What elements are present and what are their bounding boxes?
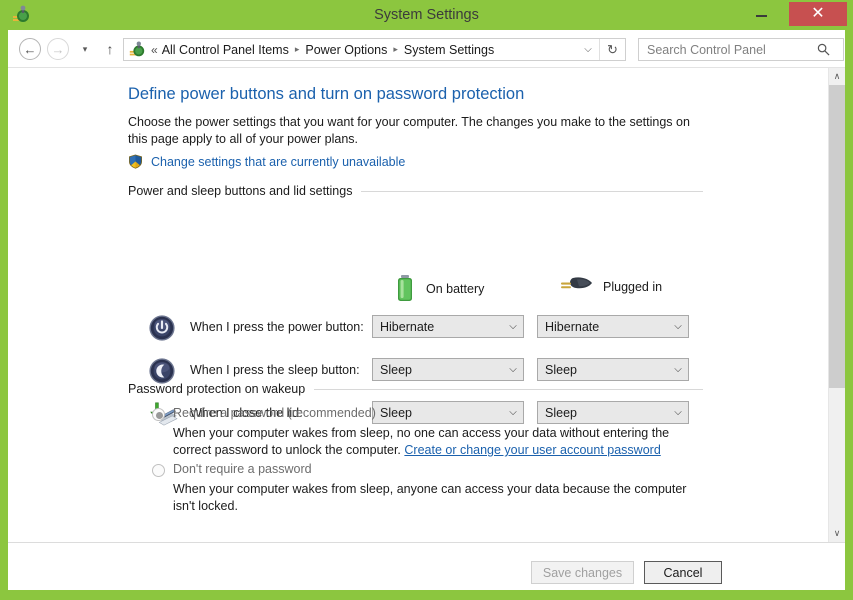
- back-button[interactable]: ←: [19, 38, 41, 60]
- title-bar: System Settings ✕: [0, 0, 853, 30]
- minimize-icon: [755, 15, 767, 17]
- vertical-scrollbar[interactable]: ∧ ∨: [828, 68, 845, 542]
- radio-button-dont-require-password[interactable]: [152, 464, 165, 477]
- dropdown-sleep-button-plugged-in[interactable]: Sleep ⌵: [537, 358, 689, 381]
- chevron-down-icon: ⌵: [509, 321, 517, 332]
- dialog-footer: Save changes Cancel: [8, 542, 845, 590]
- close-icon: ✕: [811, 5, 825, 22]
- close-button[interactable]: ✕: [789, 2, 847, 26]
- change-unavailable-settings-row[interactable]: Change settings that are currently unava…: [128, 154, 405, 169]
- column-header-on-battery: On battery: [394, 274, 484, 304]
- breadcrumb-chevron-icon[interactable]: ▸: [393, 44, 398, 55]
- power-settings-group-label: Power and sleep buttons and lid settings: [128, 184, 353, 198]
- radio-label-require-password: Require a password (recommended): [173, 406, 376, 420]
- search-input[interactable]: [645, 41, 813, 58]
- group-divider: [361, 190, 703, 192]
- chevron-down-icon: ⌵: [674, 407, 682, 418]
- chevron-down-icon: ⌵: [509, 364, 517, 375]
- setting-row-power-button: When I press the power button: Hibernate…: [8, 314, 828, 348]
- dropdown-power-button-on-battery[interactable]: Hibernate ⌵: [372, 315, 524, 338]
- column-label-on-battery: On battery: [426, 282, 485, 296]
- shield-icon: [128, 154, 143, 169]
- dropdown-value: Sleep: [545, 405, 577, 420]
- password-protection-group-header: Password protection on wakeup: [128, 382, 703, 396]
- search-icon[interactable]: [813, 43, 833, 56]
- chevron-down-icon: ⌵: [509, 407, 517, 418]
- address-power-options-icon: [128, 41, 146, 59]
- breadcrumb-all-control-panel-items[interactable]: All Control Panel Items: [162, 43, 289, 57]
- cancel-button[interactable]: Cancel: [644, 561, 722, 584]
- dropdown-value: Hibernate: [545, 319, 600, 334]
- window-title: System Settings: [374, 7, 479, 23]
- settings-form: Define power buttons and turn on passwor…: [8, 68, 828, 542]
- navigation-bar: ← → ▾ ↑ « All Control Panel Items ▸ Powe…: [8, 30, 845, 68]
- radio-label-dont-require-password: Don't require a password: [173, 462, 312, 476]
- up-one-level-button[interactable]: ↑: [100, 38, 120, 60]
- breadcrumb-system-settings[interactable]: System Settings: [404, 43, 494, 57]
- breadcrumb-chevron-icon[interactable]: ▸: [295, 44, 300, 55]
- power-plug-icon: [559, 274, 593, 300]
- dropdown-close-lid-on-battery[interactable]: Sleep ⌵: [372, 401, 524, 424]
- search-box[interactable]: [638, 38, 844, 61]
- password-protection-group-label: Password protection on wakeup: [128, 382, 306, 396]
- dropdown-value: Hibernate: [380, 319, 435, 334]
- power-settings-group-header: Power and sleep buttons and lid settings: [128, 184, 703, 198]
- page-title: Define power buttons and turn on passwor…: [128, 85, 525, 103]
- system-settings-window: System Settings ✕ ← → ▾ ↑ « All Control …: [0, 0, 853, 600]
- address-bar[interactable]: « All Control Panel Items ▸ Power Option…: [123, 38, 626, 61]
- scroll-up-icon[interactable]: ∧: [829, 68, 845, 85]
- breadcrumb-power-options[interactable]: Power Options: [305, 43, 387, 57]
- scrollbar-thumb[interactable]: [829, 85, 845, 388]
- dropdown-sleep-button-on-battery[interactable]: Sleep ⌵: [372, 358, 524, 381]
- column-label-plugged-in: Plugged in: [603, 280, 663, 294]
- forward-button[interactable]: →: [47, 38, 69, 60]
- setting-label-power-button: When I press the power button:: [190, 320, 364, 334]
- minimize-button[interactable]: [745, 0, 777, 26]
- content-pane: Define power buttons and turn on passwor…: [8, 68, 845, 542]
- radio-button-require-password[interactable]: [152, 408, 165, 421]
- dropdown-power-button-plugged-in[interactable]: Hibernate ⌵: [537, 315, 689, 338]
- refresh-icon[interactable]: ↻: [599, 39, 625, 60]
- radio-description-require-password: When your computer wakes from sleep, no …: [173, 425, 703, 459]
- save-changes-button[interactable]: Save changes: [531, 561, 634, 584]
- address-dropdown-icon[interactable]: ⌵: [578, 39, 598, 60]
- dropdown-value: Sleep: [380, 362, 412, 377]
- page-description: Choose the power settings that you want …: [128, 115, 690, 146]
- recent-locations-button[interactable]: ▾: [76, 38, 94, 60]
- breadcrumb-overflow-icon[interactable]: «: [151, 43, 158, 57]
- battery-icon: [394, 274, 416, 304]
- dropdown-value: Sleep: [545, 362, 577, 377]
- change-unavailable-settings-link[interactable]: Change settings that are currently unava…: [151, 155, 405, 169]
- group-divider: [314, 388, 703, 390]
- dropdown-close-lid-plugged-in[interactable]: Sleep ⌵: [537, 401, 689, 424]
- setting-label-sleep-button: When I press the sleep button:: [190, 363, 360, 377]
- dropdown-value: Sleep: [380, 405, 412, 420]
- power-button-icon: [148, 314, 178, 344]
- column-header-plugged-in: Plugged in: [559, 274, 662, 300]
- chevron-down-icon: ⌵: [674, 364, 682, 375]
- radio-description-dont-require-password: When your computer wakes from sleep, any…: [173, 482, 687, 513]
- create-change-password-link[interactable]: Create or change your user account passw…: [404, 443, 660, 457]
- scroll-down-icon[interactable]: ∨: [829, 525, 845, 542]
- chevron-down-icon: ⌵: [674, 321, 682, 332]
